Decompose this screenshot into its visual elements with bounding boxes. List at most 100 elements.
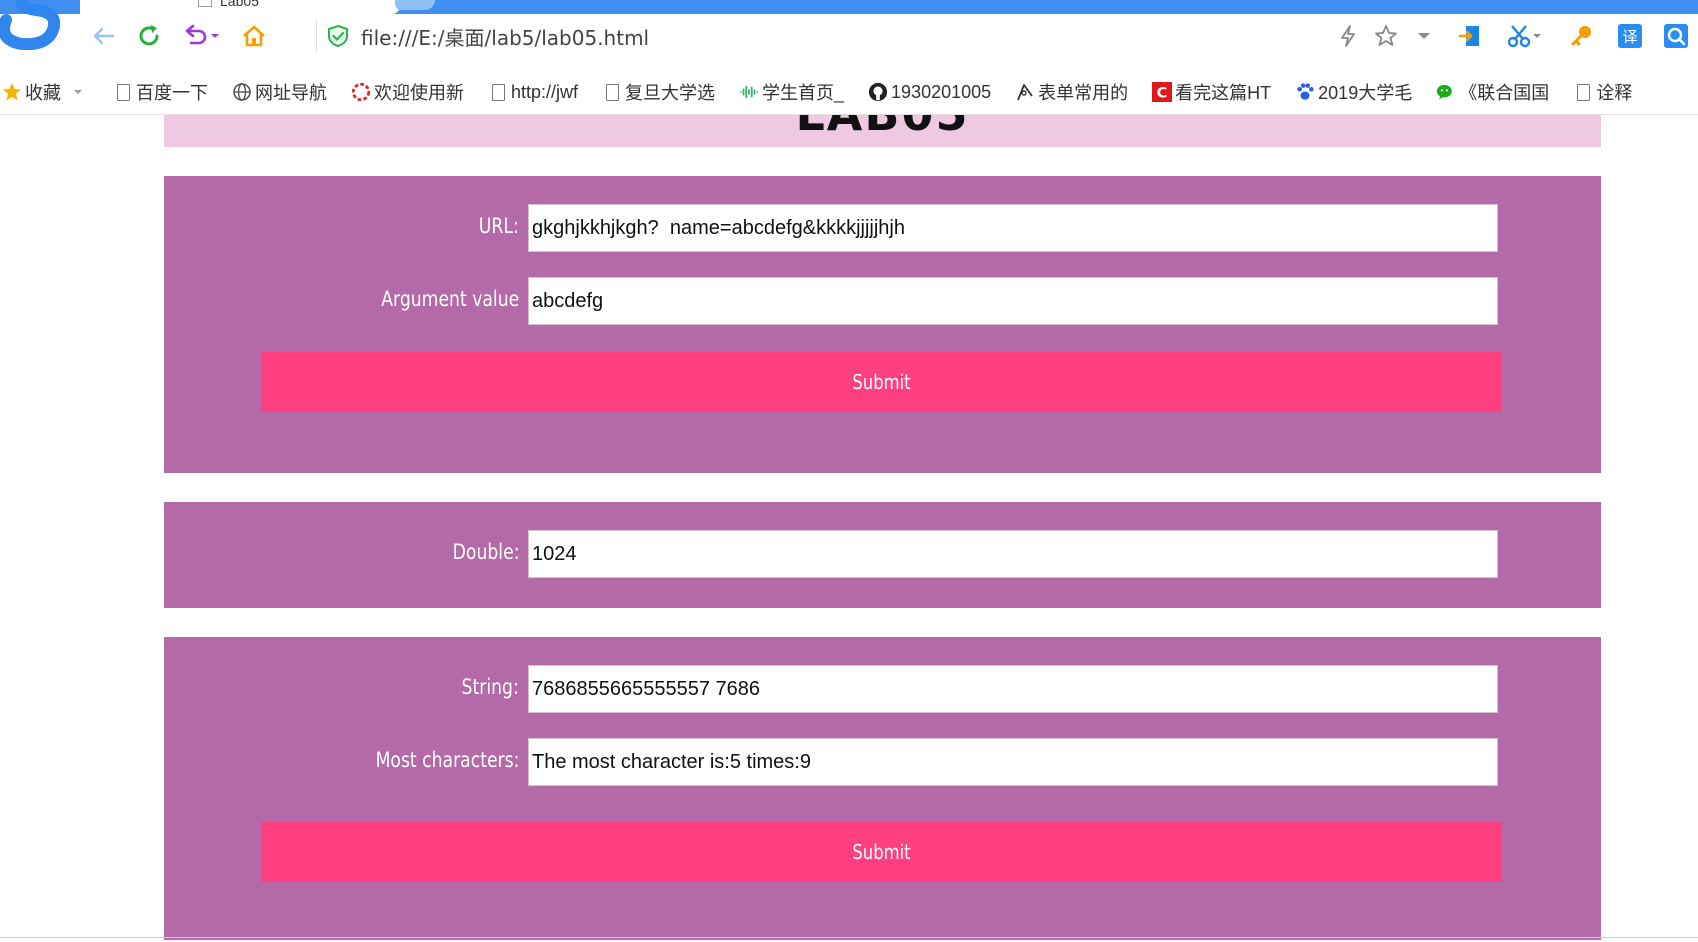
page-icon xyxy=(113,82,133,102)
page-icon xyxy=(488,82,508,102)
login-door-icon xyxy=(1458,26,1479,46)
arrow-left-icon xyxy=(93,27,115,45)
bookmark-item[interactable]: 欢迎使用新 xyxy=(351,79,464,105)
tab-strip: Lab05 xyxy=(0,0,1698,14)
svg-text:C: C xyxy=(1157,85,1168,101)
refresh-button[interactable] xyxy=(135,22,163,50)
argument-value-label: Argument value xyxy=(381,287,519,311)
submit-label: Submit xyxy=(852,840,911,864)
paw-icon xyxy=(1295,82,1315,102)
translate-button[interactable]: 译 xyxy=(1616,22,1644,50)
translate-icon: 译 xyxy=(1618,24,1642,48)
lightning-icon xyxy=(1341,25,1355,47)
refresh-icon xyxy=(139,25,159,46)
extension-login-button[interactable] xyxy=(1456,22,1484,50)
tab-title: Lab05 xyxy=(220,0,259,9)
home-icon xyxy=(243,25,265,47)
caret-down-icon xyxy=(1533,34,1541,38)
key-icon xyxy=(1571,26,1591,46)
address-url[interactable]: file:///E:/桌面/lab5/lab05.html xyxy=(361,22,649,51)
url-submit-button[interactable]: Submit xyxy=(261,352,1502,412)
back-button[interactable] xyxy=(90,22,118,50)
double-label: Double: xyxy=(452,540,519,564)
scissors-icon xyxy=(1507,25,1531,48)
page-icon xyxy=(602,82,622,102)
bookmark-star-button[interactable] xyxy=(1372,22,1400,50)
browser-logo-icon xyxy=(0,0,61,50)
bookmark-item[interactable]: 《联合国国 xyxy=(1436,79,1549,105)
home-button[interactable] xyxy=(240,22,268,50)
screenshot-button[interactable] xyxy=(1505,22,1533,50)
undo-icon xyxy=(185,24,207,45)
svg-text:译: 译 xyxy=(1622,28,1637,46)
bookmark-favorites[interactable]: 收藏 xyxy=(2,79,83,105)
double-form-panel: Double: xyxy=(164,502,1601,608)
bookmark-label: 《联合国国 xyxy=(1459,83,1550,103)
secure-shield-icon xyxy=(328,24,348,48)
page-title: LAB05 xyxy=(164,115,1601,143)
undo-close-tab-button[interactable] xyxy=(182,22,210,50)
string-submit-button[interactable]: Submit xyxy=(261,822,1502,882)
address-bar[interactable]: file:///E:/桌面/lab5/lab05.html xyxy=(316,20,649,52)
bookmark-label: 诠释 xyxy=(1596,83,1633,103)
bookmark-item[interactable]: C 看完这篇HT xyxy=(1152,79,1271,105)
wechat-icon xyxy=(1436,82,1456,102)
string-form-panel: String: Most characters: Submit xyxy=(164,637,1601,940)
page-icon xyxy=(1573,82,1593,102)
screenshot-dropdown[interactable] xyxy=(1530,22,1544,50)
globe-icon xyxy=(232,82,252,102)
bookmark-item[interactable]: 1930201005 xyxy=(868,82,991,103)
bookmark-item[interactable]: 诠释 xyxy=(1573,79,1632,105)
bookmark-item[interactable]: 2019大学毛 xyxy=(1295,79,1412,105)
most-characters-output[interactable] xyxy=(528,738,1498,786)
tab-page-icon xyxy=(198,0,212,7)
caret-down-icon xyxy=(1418,33,1430,39)
ring-icon xyxy=(351,82,371,102)
argument-value-input[interactable] xyxy=(528,277,1498,325)
bookmark-item[interactable]: 学生首页_ xyxy=(739,79,844,105)
bookmark-label: 复旦大学选 xyxy=(625,83,716,103)
password-manager-button[interactable] xyxy=(1568,22,1596,50)
bookmark-label: 欢迎使用新 xyxy=(374,83,464,103)
bookmark-label: 1930201005 xyxy=(891,81,992,102)
caret-down-icon xyxy=(211,34,219,38)
url-form-panel: URL: Argument value Submit xyxy=(164,176,1601,473)
speed-mode-button[interactable] xyxy=(1334,22,1362,50)
menu-dropdown-button[interactable] xyxy=(1410,22,1438,50)
csdn-icon: C xyxy=(1152,82,1173,102)
active-tab[interactable]: Lab05 xyxy=(80,0,400,14)
bookmark-item[interactable]: 表单常用的 xyxy=(1015,79,1128,105)
string-input[interactable] xyxy=(528,665,1498,713)
bookmark-item[interactable]: 百度一下 xyxy=(113,79,208,105)
github-icon xyxy=(868,82,888,102)
bookmark-label: 2019大学毛 xyxy=(1318,83,1413,103)
bookmark-label: 学生首页_ xyxy=(762,83,845,103)
wave-icon xyxy=(739,82,759,102)
submit-label: Submit xyxy=(852,370,911,394)
page-viewport: LAB05 URL: Argument value Submit Double:… xyxy=(0,115,1698,940)
url-label: URL: xyxy=(479,214,519,238)
star-outline-icon xyxy=(1375,25,1397,46)
string-label: String: xyxy=(461,675,519,699)
bookmark-label: 看完这篇HT xyxy=(1175,83,1272,103)
bookmark-label: 表单常用的 xyxy=(1038,83,1129,103)
bookmark-label: 百度一下 xyxy=(136,83,208,103)
bookmark-label: 网址导航 xyxy=(255,83,327,103)
status-divider xyxy=(0,937,1698,938)
search-extension-button[interactable] xyxy=(1662,22,1690,50)
bookmark-item[interactable]: 复旦大学选 xyxy=(602,79,715,105)
url-input[interactable] xyxy=(528,204,1498,252)
pen-icon xyxy=(1015,82,1035,102)
undo-dropdown[interactable] xyxy=(208,22,222,50)
star-icon xyxy=(2,82,22,102)
most-characters-label: Most characters: xyxy=(375,748,519,772)
caret-down-icon xyxy=(74,90,82,94)
bookmark-item[interactable]: http://jwf xyxy=(488,82,578,103)
new-tab-button[interactable] xyxy=(395,0,435,10)
double-input[interactable] xyxy=(528,530,1498,578)
bookmark-item[interactable]: 网址导航 xyxy=(232,79,327,105)
page-header: LAB05 xyxy=(164,115,1601,147)
bookmarks-bar: 收藏 百度一下 网址导航 欢迎使用新 http://jwf 复旦大学选 学生首页… xyxy=(0,70,1698,115)
search-icon xyxy=(1664,24,1688,48)
bookmark-label: http://jwf xyxy=(511,81,579,102)
